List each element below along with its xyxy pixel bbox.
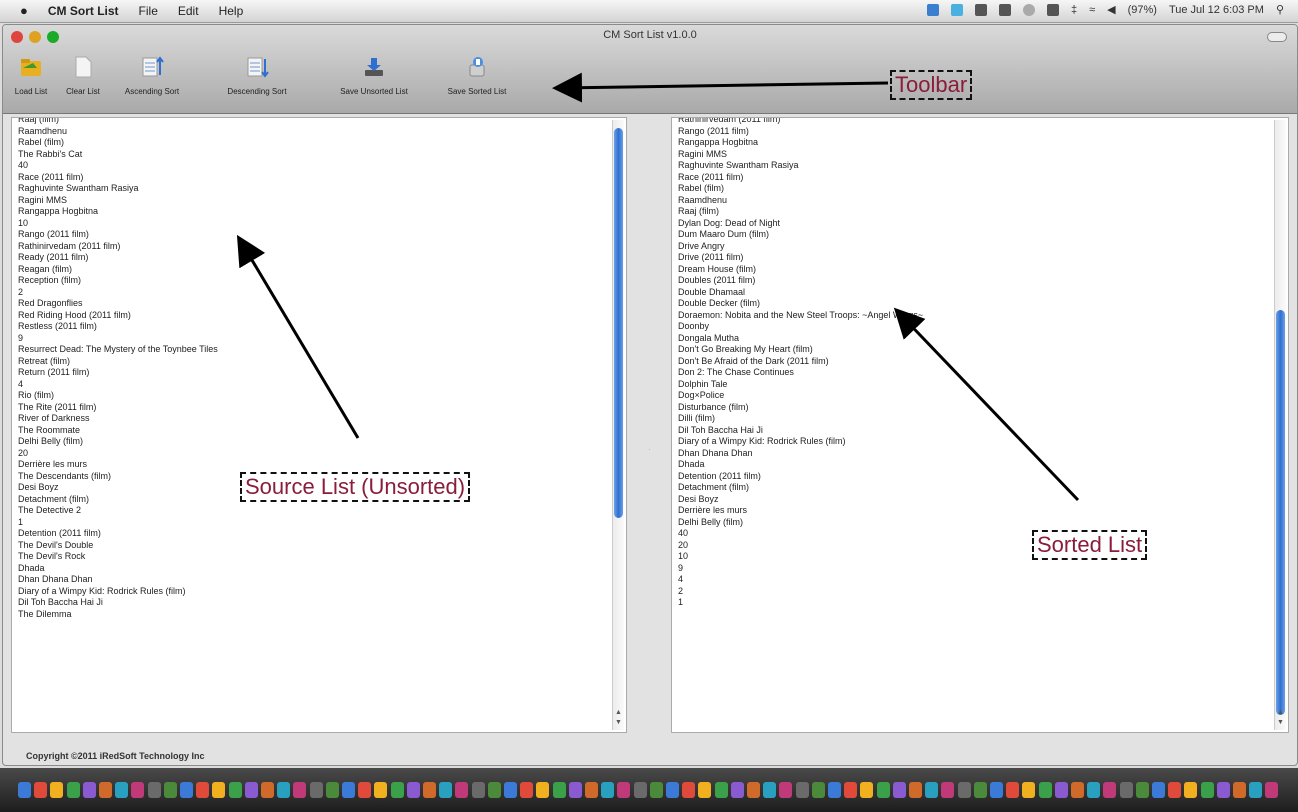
sorted-arrow [893, 307, 1080, 502]
source-list-annotation: Source List (Unsorted) [240, 472, 471, 502]
toolbar-annotation: Toolbar [890, 70, 973, 100]
toolbar-arrow [552, 72, 889, 103]
source-arrow [236, 234, 360, 439]
annotation-arrows [236, 72, 1080, 502]
sorted-list-annotation: Sorted List [1032, 530, 1148, 560]
